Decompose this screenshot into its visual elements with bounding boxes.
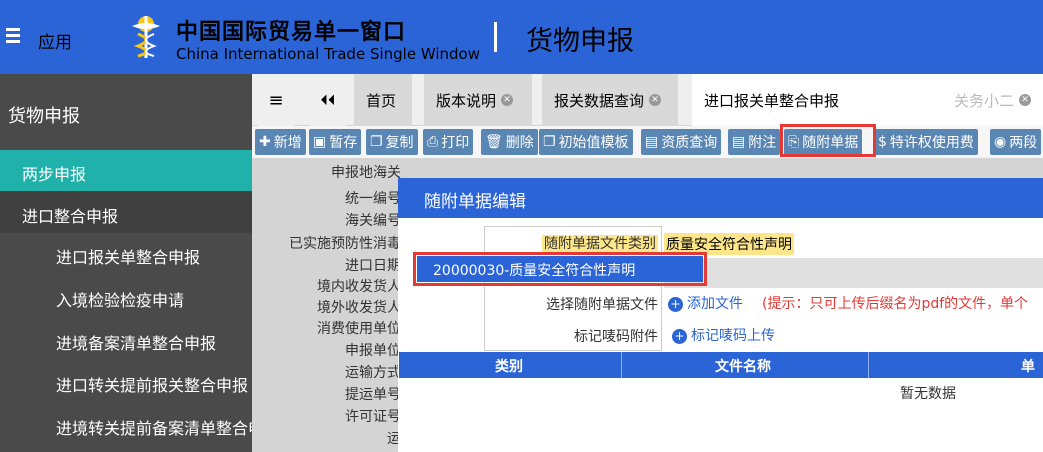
form-label: 许可证号 — [345, 409, 401, 425]
form-label: 申报地海关 — [331, 165, 401, 181]
upload-hint: (提示：只可上传后缀名为pdf的文件，单个 — [762, 296, 1029, 312]
close-icon[interactable]: ✕ — [501, 94, 514, 106]
toolbar: ✚ 新增 ▣ 暂存 ❐ 复制 ⎙ 打印 🗑 删除 ❐ 初始值模板 ▤ 资质查询 ▤ 附注 ⎘ 随附… — [252, 126, 1043, 158]
form-label: 海关编号 — [345, 213, 401, 229]
sidebar-item[interactable]: 入境检验检疫申请 — [56, 287, 184, 311]
plus-circle-icon: + — [672, 329, 687, 344]
column-header: 单 — [1021, 359, 1035, 375]
site-title-cn: 中国国际贸易单一窗口 — [176, 20, 407, 45]
plus-icon: ✚ — [259, 134, 271, 150]
sidebar-title: 货物申报 — [8, 106, 80, 127]
tab-label: 首页 — [366, 91, 397, 110]
tab-query[interactable]: 报关数据查询 ✕ — [542, 74, 678, 126]
sidebar-item[interactable]: 进境备案清单整合申报 — [56, 330, 216, 354]
tab-label: 版本说明 — [436, 91, 497, 110]
sidebar-item-label: 两步申报 — [22, 165, 87, 184]
form-label: 统一编号 — [345, 191, 401, 207]
trash-icon: 🗑 — [485, 134, 503, 150]
sidebar-item-two-step[interactable]: 两步申报 — [0, 150, 252, 191]
form-label: 已实施预防性消毒 — [289, 236, 401, 252]
template-button[interactable]: ❐ 初始值模板 — [539, 129, 633, 155]
highlight-dropdown-option — [413, 252, 707, 286]
delete-button[interactable]: 🗑 删除 — [481, 129, 538, 155]
tab-bar: ≡ ⏴⏴ 首页 版本说明 ✕ 报关数据查询 ✕ 进口报关单整合申报 关务小二 ✕ — [252, 74, 1043, 126]
apps-label[interactable]: 应用 — [38, 28, 72, 53]
form-label: 申报单位 — [345, 343, 401, 359]
sidebar-item[interactable]: 进口转关提前报关整合申报 — [56, 372, 248, 396]
print-icon: ⎙ — [427, 134, 439, 150]
form-label: 境内收发货人 — [317, 279, 401, 295]
mark-label: 标记唛码附件 — [574, 329, 658, 345]
form-label: 运输方式 — [345, 365, 401, 381]
print-button[interactable]: ⎙ 打印 — [423, 129, 474, 155]
apps-menu-icon[interactable] — [6, 28, 20, 46]
tab-version[interactable]: 版本说明 ✕ — [424, 74, 532, 126]
sidebar-group-import[interactable]: 进口整合申报 — [0, 191, 252, 233]
eye-icon: ◉ — [994, 134, 1007, 150]
close-icon[interactable]: ✕ — [1019, 94, 1031, 106]
new-button[interactable]: ✚ 新增 — [255, 129, 306, 155]
sidebar: 货物申报 两步申报 进口整合申报 进口报关单整合申报 入境检验检疫申请 进境备案… — [0, 74, 252, 452]
copy-button[interactable]: ❐ 复制 — [366, 129, 418, 155]
empty-message: 暂无数据 — [900, 386, 956, 402]
scroll-left-icon[interactable]: ⏴⏴ — [310, 74, 346, 126]
attachments-table-header: 类别 文件名称 单 — [399, 352, 1043, 378]
form-label: 消费使用单位 — [317, 321, 401, 337]
document-icon: ▤ — [645, 134, 659, 150]
plus-circle-icon: + — [668, 297, 683, 312]
dollar-icon: $ — [878, 134, 887, 150]
tab-current[interactable]: 进口报关单整合申报 关务小二 ✕ — [692, 74, 1043, 126]
royalty-button[interactable]: $ 特许权使用费 — [874, 129, 978, 155]
save-draft-button[interactable]: ▣ 暂存 — [309, 129, 362, 155]
user-name: 关务小二 ✕ — [954, 90, 1031, 111]
dropdown-area — [664, 258, 1043, 288]
form-label: 提运单号 — [345, 387, 401, 403]
file-type-label: 随附单据文件类别 — [542, 235, 658, 253]
form-label: 境外收发货人 — [317, 300, 401, 316]
close-icon[interactable]: ✕ — [649, 94, 662, 106]
highlight-attach-button — [780, 124, 876, 157]
sidebar-group-label: 进口整合申报 — [22, 207, 119, 226]
qualification-query-button[interactable]: ▤ 资质查询 — [641, 129, 722, 155]
header-divider — [494, 22, 497, 52]
template-icon: ❐ — [543, 134, 556, 150]
section-title: 货物申报 — [526, 26, 634, 57]
add-file-button[interactable]: + 添加文件 — [668, 293, 743, 313]
mark-upload-button[interactable]: + 标记唛码上传 — [672, 325, 775, 345]
menu-toggle-icon[interactable]: ≡ — [258, 74, 294, 126]
document-icon: ▤ — [732, 134, 746, 150]
two-step-button[interactable]: ◉ 两段 — [990, 129, 1042, 155]
choose-file-label: 选择随附单据文件 — [546, 297, 658, 313]
dialog-title: 随附单据编辑 — [398, 178, 1043, 218]
logo-emblem-icon — [124, 12, 168, 62]
sidebar-item[interactable]: 进境转关提前备案清单整合申报 — [56, 415, 252, 439]
tab-home[interactable]: 首页 — [354, 74, 412, 126]
column-header: 文件名称 — [715, 359, 771, 375]
column-header: 类别 — [495, 359, 523, 375]
note-button[interactable]: ▤ 附注 — [728, 129, 781, 155]
tab-label: 报关数据查询 — [554, 91, 645, 110]
save-icon: ▣ — [313, 134, 327, 150]
site-title-en: China International Trade Single Window — [176, 45, 480, 63]
copy-icon: ❐ — [370, 134, 383, 150]
form-label: 运 — [387, 431, 401, 447]
tab-label: 进口报关单整合申报 — [704, 91, 840, 110]
form-label: 进口日期 — [345, 258, 401, 274]
sidebar-item[interactable]: 进口报关单整合申报 — [56, 244, 200, 268]
